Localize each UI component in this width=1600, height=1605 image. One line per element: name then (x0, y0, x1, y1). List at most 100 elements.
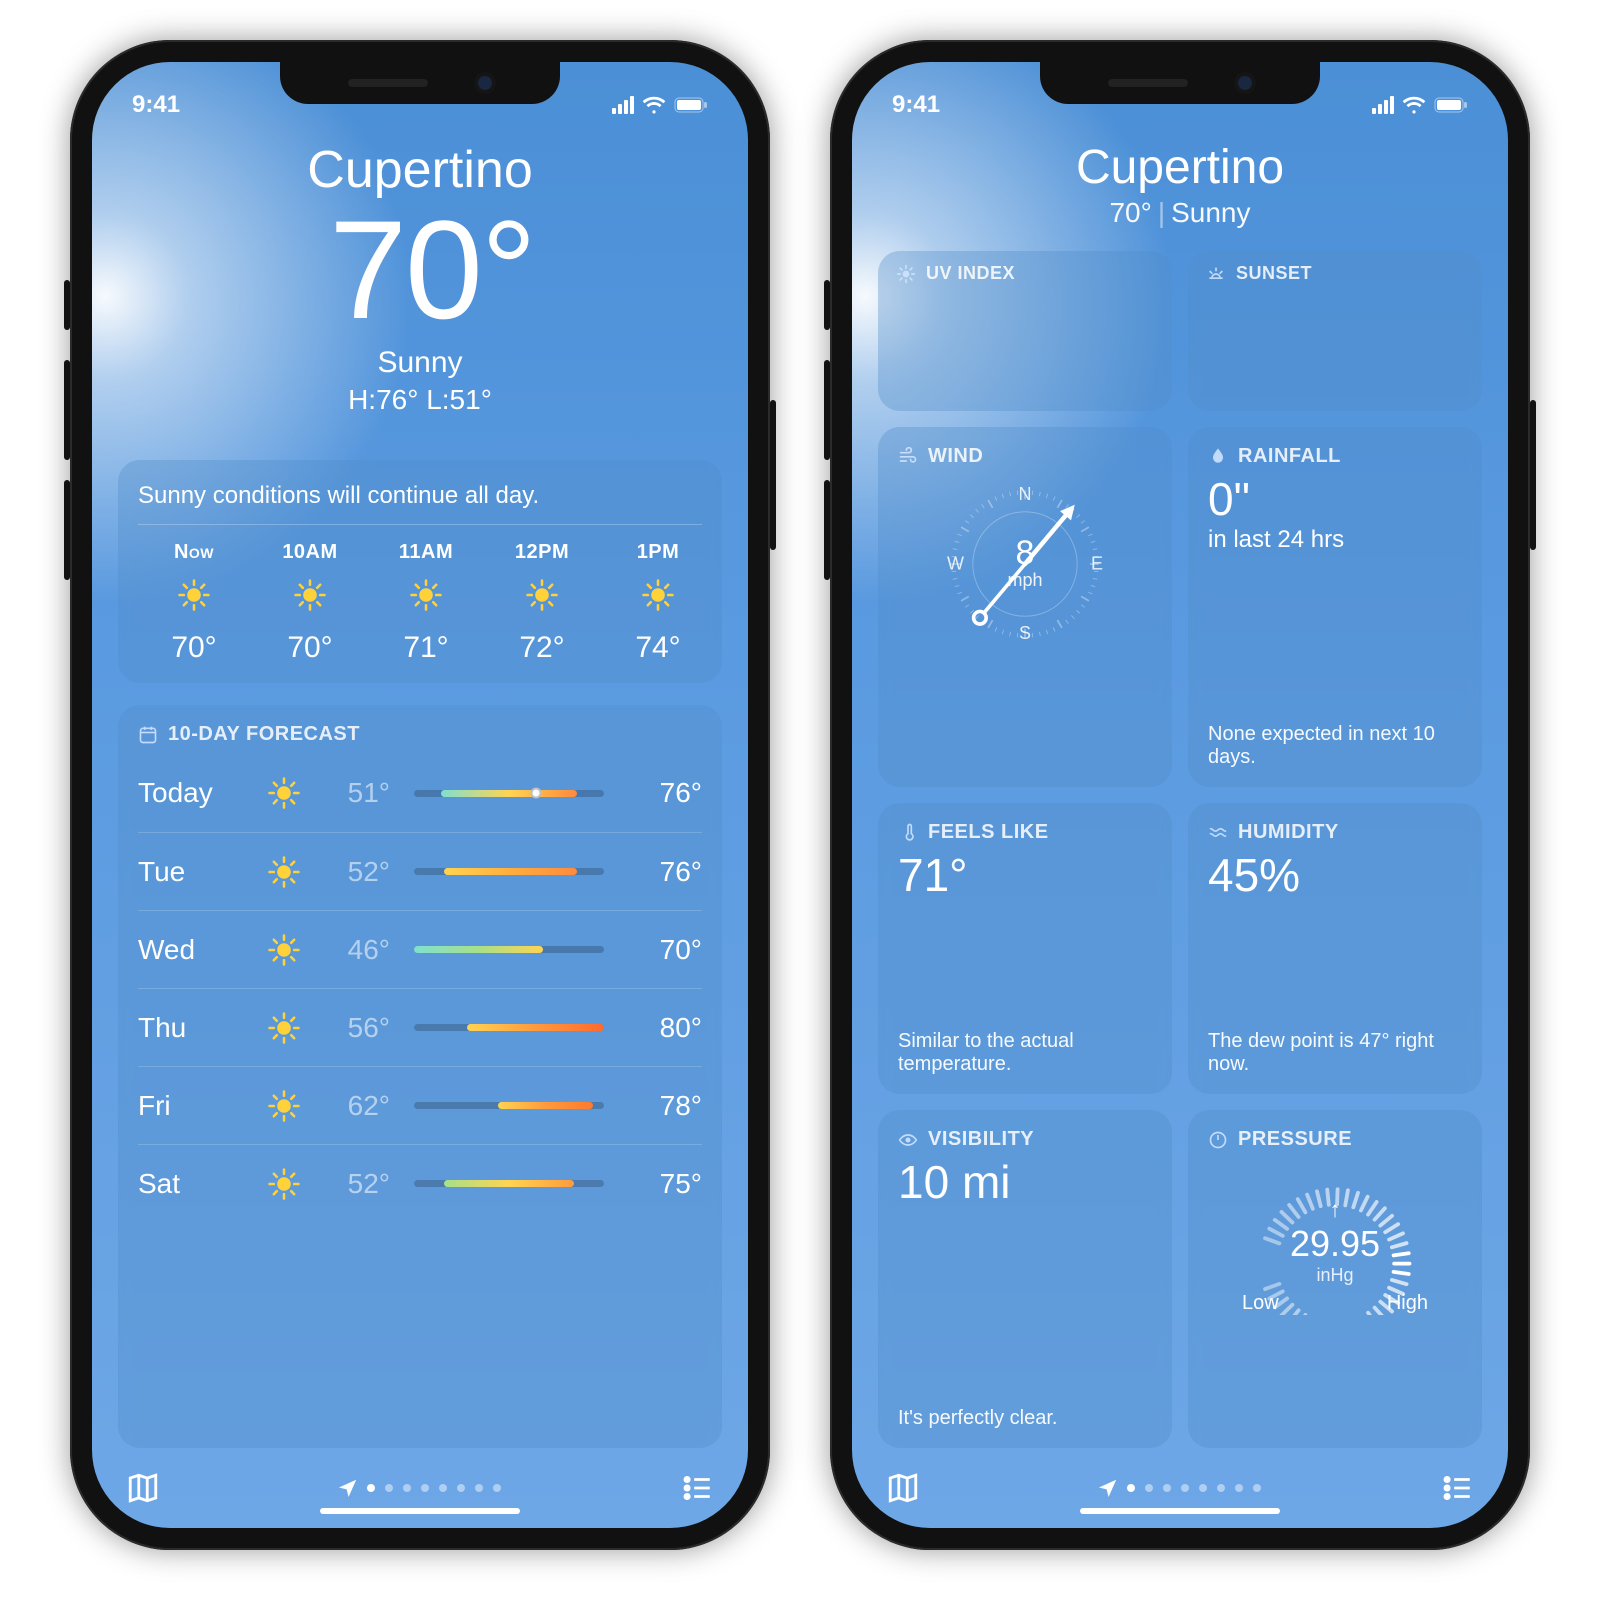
wind-value: 8 (1016, 536, 1035, 570)
phone-frame-left: 9:41 Cupertino 70° Sunny H:76° L:51° Sun… (70, 40, 770, 1550)
rainfall-foot: None expected in next 10 days. (1208, 709, 1462, 769)
home-indicator[interactable] (320, 1508, 520, 1514)
humidity-icon (1208, 822, 1228, 842)
forecast-high: 76° (628, 777, 702, 809)
page-dot[interactable] (367, 1484, 375, 1492)
page-dot[interactable] (475, 1484, 483, 1492)
humidity-value: 45% (1208, 848, 1462, 902)
visibility-value: 10 mi (898, 1155, 1152, 1209)
forecast-high: 80° (628, 1012, 702, 1044)
page-dot[interactable] (1181, 1484, 1189, 1492)
hour-temp: 70° (171, 631, 216, 665)
page-dot[interactable] (1145, 1484, 1153, 1492)
page-dots[interactable] (1099, 1479, 1261, 1497)
bottom-toolbar (92, 1448, 748, 1528)
feels-title: Feels Like (928, 821, 1049, 844)
status-bar: 9:41 (852, 62, 1508, 132)
forecast-low: 51° (320, 777, 390, 809)
pressure-unit: inHg (1316, 1265, 1353, 1286)
uv-index-card[interactable]: UV Index (878, 251, 1172, 411)
list-button[interactable] (680, 1471, 714, 1505)
hourly-forecast-card[interactable]: Sunny conditions will continue all day. … (118, 460, 722, 683)
sun-icon (262, 933, 306, 967)
map-button[interactable] (126, 1471, 160, 1505)
visibility-foot: It's perfectly clear. (898, 1393, 1152, 1430)
forecast-high: 76° (628, 856, 702, 888)
humidity-foot: The dew point is 47° right now. (1208, 1016, 1462, 1076)
forecast-row[interactable]: Tue 52° 76° (138, 832, 702, 910)
humidity-card[interactable]: Humidity 45% The dew point is 47° right … (1188, 803, 1482, 1095)
page-dot[interactable] (1235, 1484, 1243, 1492)
feels-value: 71° (898, 848, 1152, 902)
rainfall-value: 0" (1208, 472, 1462, 526)
temp-range-bar (414, 1024, 604, 1031)
phone-frame-right: 9:41 Cupertino 70°|Sunny UV Index Sunset (830, 40, 1530, 1550)
weather-header: Cupertino 70° Sunny H:76° L:51° (118, 132, 722, 416)
hourly-item: 10AM 70° (254, 541, 366, 665)
page-dot[interactable] (493, 1484, 501, 1492)
page-dot[interactable] (1217, 1484, 1225, 1492)
hour-temp: 70° (287, 631, 332, 665)
sunset-card[interactable]: Sunset (1188, 251, 1482, 411)
hour-temp: 72° (519, 631, 564, 665)
page-dots[interactable] (339, 1479, 501, 1497)
location-arrow-icon (1099, 1479, 1117, 1497)
ten-day-forecast-card[interactable]: 10-Day Forecast Today 51° 76° Tue 52° 76… (118, 705, 722, 1448)
forecast-row[interactable]: Fri 62° 78° (138, 1066, 702, 1144)
page-dot[interactable] (403, 1484, 411, 1492)
page-dot[interactable] (1163, 1484, 1171, 1492)
wifi-icon (1402, 96, 1426, 114)
page-dot[interactable] (421, 1484, 429, 1492)
list-button[interactable] (1440, 1471, 1474, 1505)
home-indicator[interactable] (1080, 1508, 1280, 1514)
pressure-card[interactable]: Pressure ↑29.95inHg Low High (1188, 1110, 1482, 1448)
feels-like-card[interactable]: Feels Like 71° Similar to the actual tem… (878, 803, 1172, 1095)
temp-range-bar (414, 1180, 604, 1187)
forecast-day: Today (138, 777, 248, 809)
forecast-list: Today 51° 76° Tue 52° 76° Wed 46° 70° Th… (138, 754, 702, 1222)
sun-icon (525, 578, 559, 617)
page-dot[interactable] (1253, 1484, 1261, 1492)
forecast-title: 10-Day Forecast (168, 723, 360, 746)
temp-range-bar (414, 946, 604, 953)
page-dot[interactable] (385, 1484, 393, 1492)
cellular-icon (612, 96, 634, 114)
forecast-high: 75° (628, 1168, 702, 1200)
hourly-item: 1PM 74° (602, 541, 702, 665)
rainfall-title: Rainfall (1238, 445, 1341, 468)
wind-icon (898, 446, 918, 466)
rainfall-card[interactable]: Rainfall 0" in last 24 hrs None expected… (1188, 427, 1482, 787)
temp-range-bar (414, 1102, 604, 1109)
forecast-low: 62° (320, 1090, 390, 1122)
forecast-day: Fri (138, 1090, 248, 1122)
summary-text: Sunny conditions will continue all day. (138, 478, 702, 525)
hour-temp: 71° (403, 631, 448, 665)
sunset-title: Sunset (1236, 263, 1312, 284)
map-button[interactable] (886, 1471, 920, 1505)
forecast-row[interactable]: Today 51° 76° (138, 754, 702, 832)
bottom-toolbar (852, 1448, 1508, 1528)
sun-icon (262, 1011, 306, 1045)
forecast-high: 70° (628, 934, 702, 966)
visibility-card[interactable]: Visibility 10 mi It's perfectly clear. (878, 1110, 1172, 1448)
forecast-row[interactable]: Sat 52° 75° (138, 1144, 702, 1222)
hour-label: 10AM (282, 541, 337, 564)
current-temp: 70° (118, 200, 722, 340)
pressure-title: Pressure (1238, 1128, 1352, 1151)
screen-right: 9:41 Cupertino 70°|Sunny UV Index Sunset (852, 62, 1508, 1528)
forecast-day: Thu (138, 1012, 248, 1044)
temp-range-bar (414, 868, 604, 875)
page-dot[interactable] (457, 1484, 465, 1492)
page-dot[interactable] (1127, 1484, 1135, 1492)
page-dot[interactable] (439, 1484, 447, 1492)
forecast-row[interactable]: Wed 46° 70° (138, 910, 702, 988)
hourly-scroll[interactable]: Now 70° 10AM 70° 11AM 71° 12PM 72° 1PM 7… (138, 525, 702, 665)
humidity-title: Humidity (1238, 821, 1339, 844)
sun-icon (262, 776, 306, 810)
page-dot[interactable] (1199, 1484, 1207, 1492)
uv-title: UV Index (926, 263, 1015, 284)
location-name: Cupertino (878, 140, 1482, 195)
forecast-row[interactable]: Thu 56° 80° (138, 988, 702, 1066)
status-time: 9:41 (132, 91, 180, 119)
wind-card[interactable]: Wind NSEW 8mph (878, 427, 1172, 787)
